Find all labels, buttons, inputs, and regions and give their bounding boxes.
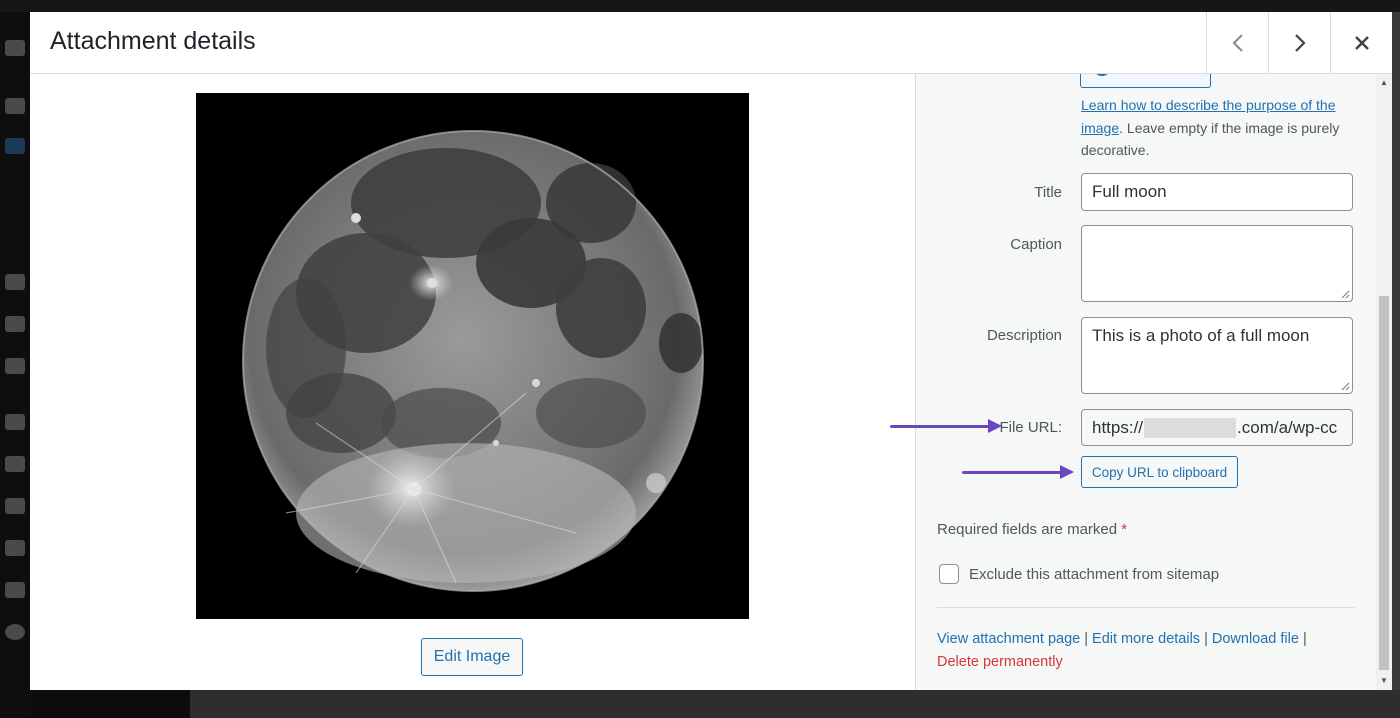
sidebar-scrollbar[interactable]: ▲ ▼ — [1376, 74, 1392, 690]
chevron-right-icon — [1293, 32, 1307, 54]
close-button[interactable] — [1330, 12, 1392, 74]
title-value: Full moon — [1092, 182, 1167, 201]
caption-textarea[interactable] — [1081, 225, 1353, 302]
chevron-left-icon — [1231, 32, 1245, 54]
exclude-sitemap-row[interactable]: Exclude this attachment from sitemap — [939, 564, 1219, 584]
plugins-icon — [5, 456, 25, 472]
alt-text-help-rest: . Leave empty if the image is purely dec… — [1081, 119, 1340, 159]
previous-button[interactable] — [1206, 12, 1268, 74]
settings-icon — [5, 582, 25, 598]
admin-menu-footer — [30, 690, 190, 718]
scroll-up-icon[interactable]: ▲ — [1380, 78, 1388, 87]
download-file-link[interactable]: Download file — [1212, 631, 1299, 647]
divider — [937, 607, 1355, 608]
annotation-arrowhead-icon — [1060, 465, 1074, 479]
required-fields-text: Required fields are marked — [937, 521, 1122, 538]
annotation-arrowhead-icon — [988, 419, 1002, 433]
admin-bar — [0, 0, 1400, 12]
modal-header: Attachment details — [30, 12, 1392, 74]
scrollbar-thumb[interactable] — [1379, 296, 1389, 670]
separator: | — [1298, 631, 1307, 647]
file-url-input[interactable]: https:// .com/a/wp-cc — [1081, 409, 1353, 446]
annotation-arrow-file-url — [890, 425, 990, 428]
edit-details-link[interactable]: Edit more details — [1092, 631, 1200, 647]
comments-icon — [5, 316, 25, 332]
info-icon — [1093, 74, 1111, 76]
attachment-details-modal: Attachment details Edit Image Learn how … — [30, 12, 1392, 690]
required-fields-note: Required fields are marked * — [937, 521, 1127, 538]
annotation-arrow-copy-button — [962, 471, 1062, 474]
collapse-icon — [5, 624, 25, 640]
dashboard-icon — [5, 40, 25, 56]
caption-label: Caption — [1010, 236, 1062, 253]
users-icon — [5, 498, 25, 514]
pin-icon — [5, 98, 25, 114]
delete-permanently-link[interactable]: Delete permanently — [937, 654, 1063, 670]
tools-icon — [5, 540, 25, 556]
file-url-suffix: .com/a/wp-cc — [1237, 417, 1338, 437]
view-attachment-link[interactable]: View attachment page — [937, 631, 1080, 647]
exclude-sitemap-checkbox[interactable] — [939, 564, 959, 584]
modal-title: Attachment details — [50, 27, 256, 55]
analytics-icon — [5, 358, 25, 374]
redacted-domain — [1144, 417, 1237, 438]
appearance-icon — [5, 414, 25, 430]
attachment-actions: View attachment page | Edit more details… — [937, 628, 1337, 674]
file-url-prefix: https:// — [1092, 417, 1144, 437]
media-icon — [5, 138, 25, 154]
alt-text-generator-button[interactable] — [1080, 74, 1211, 88]
separator: | — [1200, 631, 1212, 647]
media-preview-pane: Edit Image — [30, 74, 915, 690]
next-button[interactable] — [1268, 12, 1330, 74]
alt-text-help: Learn how to describe the purpose of the… — [1081, 94, 1359, 162]
attachment-details-sidebar: Learn how to describe the purpose of the… — [915, 74, 1392, 690]
resize-grip-icon[interactable] — [1341, 382, 1350, 391]
description-value: This is a photo of a full moon — [1092, 326, 1310, 345]
admin-content-backdrop — [190, 690, 1400, 718]
resize-grip-icon[interactable] — [1341, 290, 1350, 299]
title-input[interactable]: Full moon — [1081, 173, 1353, 211]
separator: | — [1080, 631, 1093, 647]
close-icon — [1354, 35, 1370, 51]
exclude-sitemap-label: Exclude this attachment from sitemap — [969, 565, 1220, 583]
required-star: * — [1121, 521, 1128, 538]
description-label: Description — [986, 327, 1062, 344]
copy-url-button[interactable]: Copy URL to clipboard — [1081, 456, 1238, 488]
pages-icon — [5, 274, 25, 290]
edit-image-button[interactable]: Edit Image — [421, 638, 523, 676]
title-label: Title — [1034, 184, 1062, 201]
description-textarea[interactable]: This is a photo of a full moon — [1081, 317, 1353, 394]
moon-image — [196, 93, 749, 619]
scroll-down-icon[interactable]: ▼ — [1380, 676, 1388, 685]
admin-menu — [0, 12, 30, 718]
